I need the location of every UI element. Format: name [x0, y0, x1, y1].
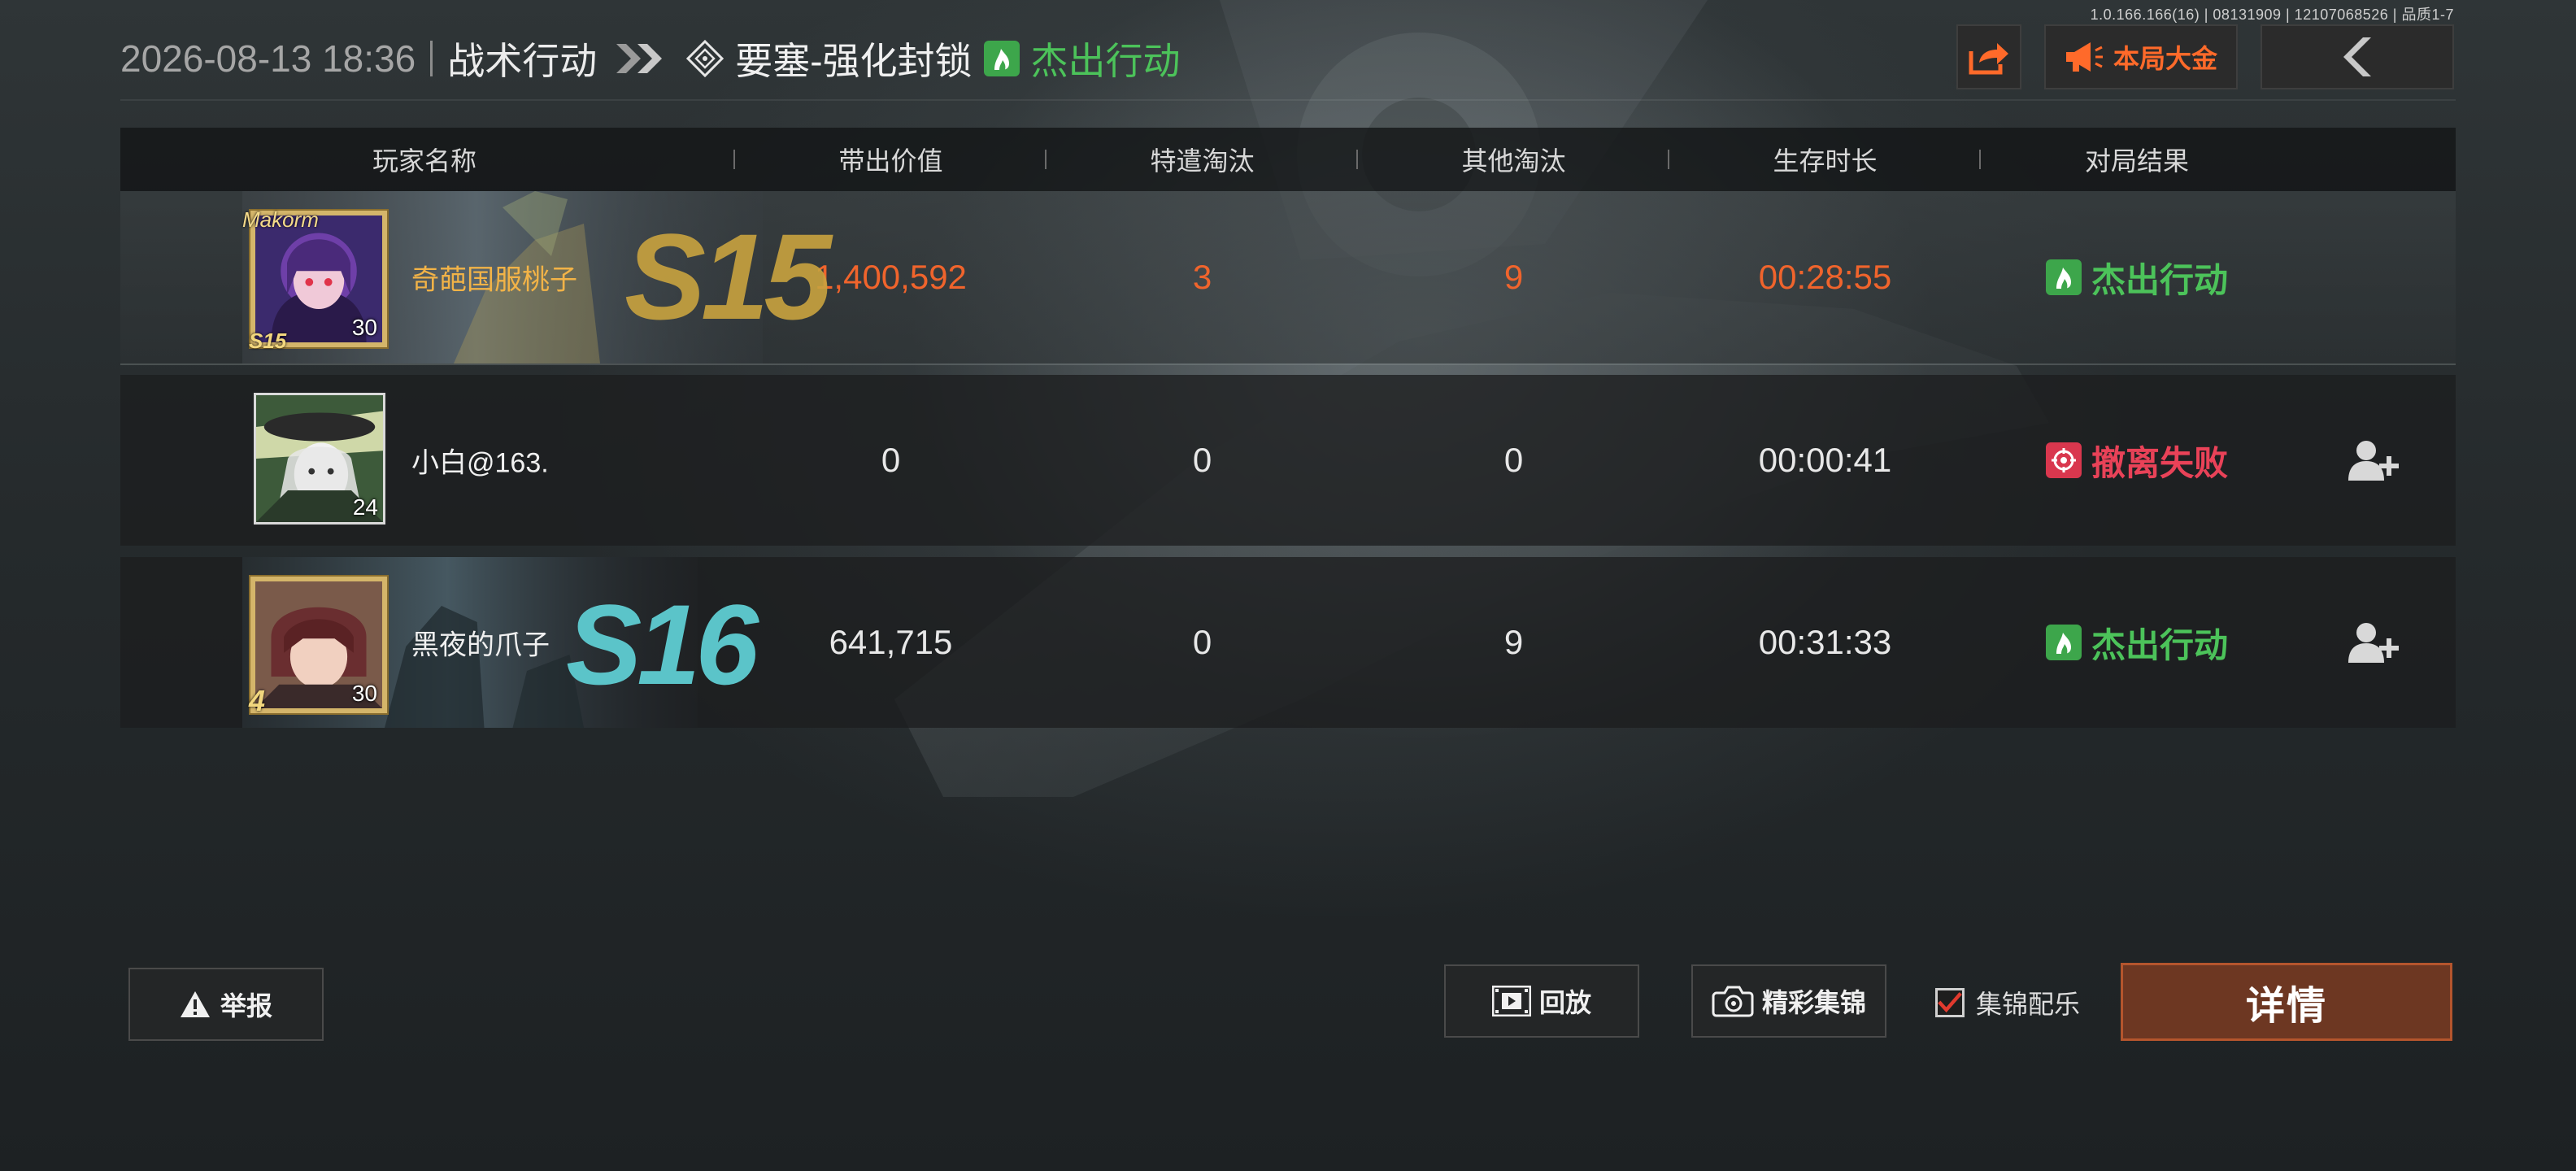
music-label: 集锦配乐	[1976, 990, 2081, 1019]
result-badge: 杰出行动	[2045, 253, 2228, 303]
result-label: 杰出行动	[2091, 260, 2228, 299]
add-friend-button[interactable]	[2293, 620, 2456, 664]
task-kills: 0	[1192, 623, 1212, 661]
megaphone-icon	[2065, 42, 2103, 72]
column-header: 特遣淘汰	[1046, 141, 1358, 178]
column-header: 玩家名称	[120, 141, 735, 178]
result-label: 杰出行动	[2091, 625, 2228, 664]
details-button[interactable]: 详情	[2121, 963, 2452, 1041]
task-kills: 0	[1192, 441, 1212, 479]
frame-season: 4	[249, 684, 266, 717]
player-cell: 24 小白@163.	[120, 375, 735, 546]
column-header: 生存时长	[1669, 141, 1981, 178]
report-button[interactable]: 举报	[128, 968, 324, 1041]
highlights-label: 精彩集锦	[1761, 988, 1866, 1017]
avatar[interactable]: 24	[254, 393, 385, 525]
success-icon	[2045, 625, 2082, 660]
result-label: 撤离失败	[2091, 443, 2228, 482]
share-button[interactable]	[1956, 24, 2021, 89]
frame-tag: Makorm	[242, 207, 319, 232]
music-checkbox[interactable]	[1935, 988, 1965, 1017]
result-badge: 杰出行动	[2045, 618, 2228, 668]
replay-label: 回放	[1538, 988, 1591, 1017]
column-header: 其他淘汰	[1358, 141, 1669, 178]
extract-value: 0	[881, 441, 901, 479]
player-level: 24	[352, 494, 378, 520]
result-badge: 撤离失败	[2045, 436, 2228, 485]
report-label: 举报	[220, 991, 272, 1021]
survival-time: 00:28:55	[1758, 258, 1892, 296]
extract-value: 641,715	[829, 623, 953, 661]
other-kills: 9	[1503, 623, 1524, 661]
player-level: 30	[351, 681, 377, 706]
add-friend-icon	[2348, 441, 2399, 481]
result-cell: 杰出行动	[1981, 253, 2293, 303]
double-chevron-icon	[613, 41, 670, 76]
success-icon	[2045, 259, 2082, 295]
result-cell: 杰出行动	[1981, 618, 2293, 668]
jackpot-button[interactable]: 本局大金	[2044, 24, 2238, 89]
player-level: 30	[351, 315, 377, 340]
table-header: 玩家名称 带出价值 特遣淘汰 其他淘汰 生存时长 对局结果	[120, 128, 2456, 191]
player-name: 小白@163.	[411, 447, 549, 479]
survival-time: 00:00:41	[1758, 441, 1892, 479]
season-banner-text: S15	[624, 208, 832, 345]
row-underline	[120, 363, 2456, 365]
match-header: 2026-08-13 18:36 战术行动 要塞-强化封锁 杰出行动	[120, 24, 1181, 93]
player-cell: S15 30 Makorm S15 奇葩国服桃子	[120, 191, 832, 363]
fail-icon	[2045, 442, 2082, 478]
avatar[interactable]: 30	[250, 577, 387, 713]
player-cell: S16 30 4 黑夜的爪子	[120, 557, 759, 728]
season-banner-text: S16	[566, 581, 759, 708]
table-row[interactable]: S16 30 4 黑夜的爪子 641,715 0 9 00:31:33 杰出行动	[120, 557, 2456, 728]
top-buttons: 本局大金	[1956, 24, 2454, 89]
table-row[interactable]: 24 小白@163. 0 0 0 00:00:41 撤离失败	[120, 375, 2456, 546]
add-friend-button[interactable]	[2293, 438, 2456, 482]
other-kills: 0	[1503, 441, 1524, 479]
version-info: 1.0.166.166(16) | 08131909 | 12107068526…	[2090, 7, 2454, 23]
highlight-music-toggle[interactable]: 集锦配乐	[1935, 984, 2080, 1021]
success-icon	[983, 41, 1020, 76]
map-diamond-icon	[686, 39, 724, 78]
add-friend-icon	[2348, 623, 2399, 663]
column-header: 带出价值	[735, 141, 1046, 178]
table-row[interactable]: S15 30 Makorm S15 奇葩国服桃子 1,400,592 3 9 0…	[120, 191, 2456, 365]
frame-season: S15	[249, 329, 287, 353]
match-result: 杰出行动	[1030, 40, 1181, 82]
result-cell: 撤离失败	[1981, 436, 2293, 485]
header-divider	[430, 41, 433, 76]
player-name: 黑夜的爪子	[411, 629, 550, 661]
highlights-button[interactable]: 精彩集锦	[1691, 964, 1886, 1038]
checkmark-icon	[1938, 992, 1962, 1013]
chevron-left-icon	[2343, 37, 2371, 76]
scoreboard-table: 玩家名称 带出价值 特遣淘汰 其他淘汰 生存时长 对局结果 S15 30 Mak…	[120, 128, 2456, 728]
back-button[interactable]	[2261, 24, 2454, 89]
header-divider-line	[120, 99, 2456, 101]
camera-icon	[1712, 986, 1754, 1017]
warning-icon	[180, 991, 210, 1017]
column-header: 对局结果	[2084, 146, 2189, 176]
game-mode: 战术行动	[447, 40, 598, 82]
film-icon	[1491, 986, 1531, 1016]
survival-time: 00:31:33	[1758, 623, 1892, 661]
match-datetime: 2026-08-13 18:36	[120, 37, 416, 80]
map-name: 要塞-强化封锁	[735, 40, 973, 82]
task-kills: 3	[1192, 258, 1212, 296]
jackpot-label: 本局大金	[2113, 44, 2217, 73]
other-kills: 9	[1503, 258, 1524, 296]
player-name: 奇葩国服桃子	[411, 264, 577, 296]
share-icon	[1969, 43, 2008, 75]
replay-button[interactable]: 回放	[1444, 964, 1639, 1038]
